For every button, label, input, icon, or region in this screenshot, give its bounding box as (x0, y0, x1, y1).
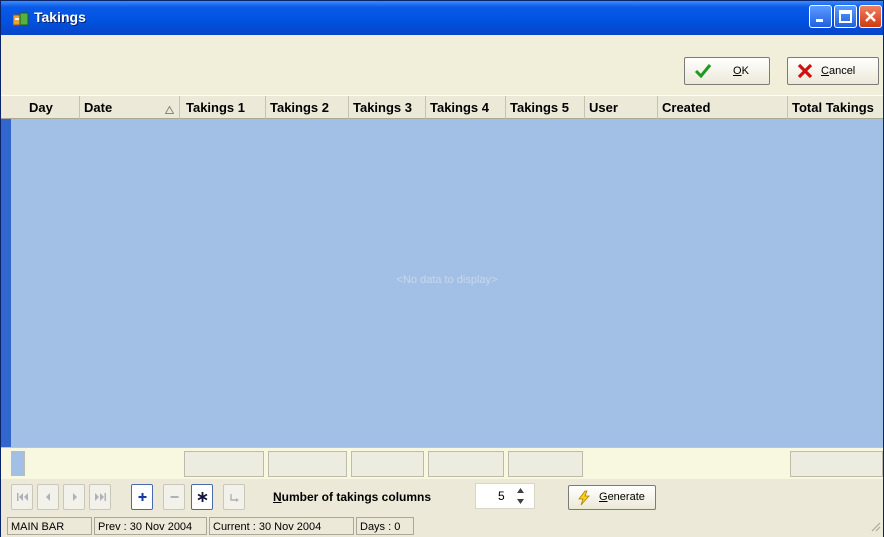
cancel-button[interactable]: Cancel (787, 57, 879, 85)
cancel-label: Cancel (821, 65, 856, 77)
prior-page-button[interactable] (37, 484, 59, 510)
ok-button[interactable]: OK (684, 57, 770, 85)
footer-cell-total-takings (790, 451, 883, 477)
first-record-button[interactable] (11, 484, 33, 510)
footer-indicator (11, 451, 25, 476)
takings-columns-label: Number of takings columns (273, 490, 432, 504)
takings-columns-spinner[interactable]: 5 (475, 483, 535, 509)
status-current-date: Current : 30 Nov 2004 (209, 517, 354, 535)
window-title: Takings (34, 9, 86, 25)
grid-body[interactable]: <No data to display> (11, 119, 883, 447)
spinner-arrows-icon[interactable] (516, 487, 525, 508)
footer-cell-takings-1 (184, 451, 264, 477)
status-prev-date: Prev : 30 Nov 2004 (94, 517, 207, 535)
next-record-button[interactable] (63, 484, 85, 510)
close-button[interactable] (859, 5, 882, 28)
sort-ascending-icon (164, 103, 175, 114)
takings-window: Takings OK Cancel Day Date Takings 1 Tak… (0, 0, 884, 537)
app-icon (12, 12, 29, 26)
column-header-created[interactable]: Created (658, 96, 788, 119)
resize-grip-icon[interactable] (869, 520, 881, 535)
column-header-user[interactable]: User (585, 96, 658, 119)
column-header-takings-3[interactable]: Takings 3 (349, 96, 426, 119)
toolbar: OK Cancel (1, 35, 883, 95)
column-header-takings-5[interactable]: Takings 5 (506, 96, 585, 119)
checkmark-icon (694, 63, 712, 82)
grid-footer (1, 447, 883, 479)
footer-cell-takings-3 (351, 451, 424, 477)
status-location: MAIN BAR (7, 517, 92, 535)
maximize-button[interactable] (834, 5, 857, 28)
last-record-button[interactable] (89, 484, 111, 510)
status-days: Days : 0 (356, 517, 414, 535)
footer-cell-takings-2 (268, 451, 347, 477)
delete-button[interactable] (163, 484, 185, 510)
cross-icon (797, 63, 813, 82)
title-bar[interactable]: Takings (1, 1, 883, 35)
grid-header: Day Date Takings 1 Takings 2 Takings 3 T… (1, 95, 883, 119)
footer-cell-takings-5 (508, 451, 583, 477)
row-indicator-strip (1, 119, 11, 449)
insert-button[interactable] (131, 484, 153, 510)
post-button[interactable] (223, 484, 245, 510)
column-header-takings-2[interactable]: Takings 2 (266, 96, 349, 119)
empty-grid-message: <No data to display> (396, 274, 498, 286)
column-header-day[interactable]: Day (25, 96, 80, 119)
column-header-takings-4[interactable]: Takings 4 (426, 96, 506, 119)
footer-cell-takings-4 (428, 451, 504, 477)
navigator-bar: Number of takings columns 5 Generate (1, 479, 883, 515)
status-bar: MAIN BAR Prev : 30 Nov 2004 Current : 30… (1, 515, 883, 537)
column-header-total-takings[interactable]: Total Takings (788, 96, 883, 119)
column-header-takings-1[interactable]: Takings 1 (182, 96, 266, 119)
minimize-button[interactable] (809, 5, 832, 28)
generate-button[interactable]: Generate (568, 485, 656, 510)
lightning-icon (576, 490, 592, 509)
takings-columns-value: 5 (498, 489, 505, 503)
generate-label: Generate (599, 491, 645, 503)
ok-label: OK (733, 65, 749, 77)
edit-button[interactable] (191, 484, 213, 510)
